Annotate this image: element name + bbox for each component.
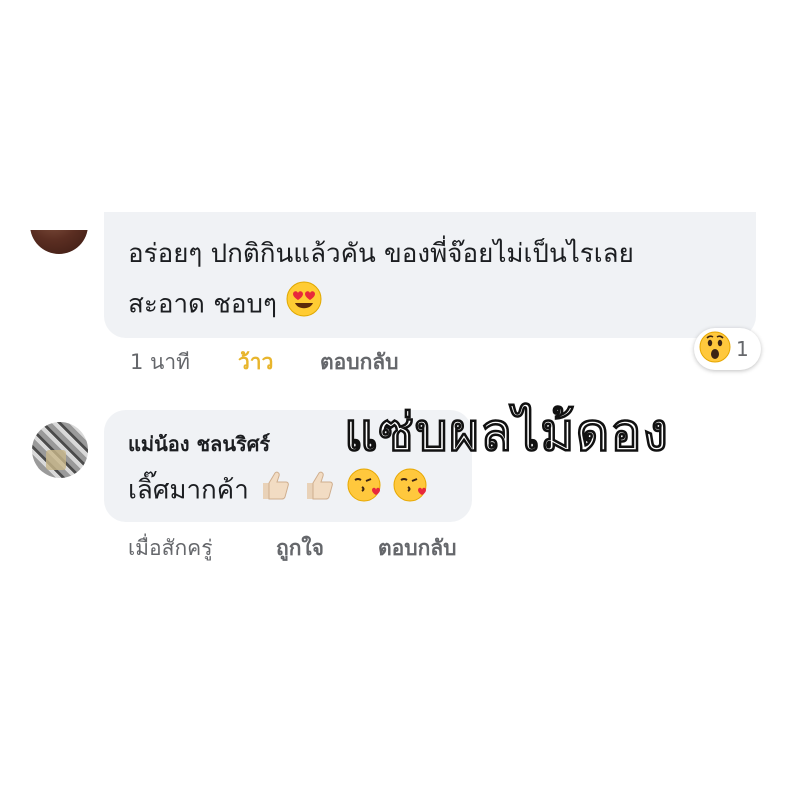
- heart-eyes-emoji-icon: [285, 280, 323, 330]
- commenter-name[interactable]: แม่น้อง ชลนริศร์: [128, 428, 270, 460]
- comment-text-line: อร่อยๆ ปกติกินแล้วคัน ของพี่จ๊อยไม่เป็นไ…: [128, 239, 634, 269]
- like-button[interactable]: ถูกใจ: [276, 532, 324, 565]
- wow-reaction-icon: [698, 330, 732, 368]
- crop-mask: [20, 150, 110, 230]
- thumbs-up-emoji-icon: [257, 467, 293, 515]
- wow-reaction-button[interactable]: ว้าว: [238, 346, 273, 379]
- comment-timestamp: 1 นาที: [130, 350, 191, 374]
- overlay-caption: แซ่บผลไม้ดอง: [343, 402, 669, 465]
- reaction-count: 1: [736, 337, 749, 361]
- comment-text-line: เลิ๊ศมากค้า: [128, 466, 430, 516]
- commenter-avatar[interactable]: [32, 422, 88, 478]
- reply-button[interactable]: ตอบกลับ: [320, 346, 399, 379]
- reply-button[interactable]: ตอบกลับ: [378, 532, 457, 565]
- kissing-heart-emoji-icon: [346, 466, 384, 516]
- kissing-heart-emoji-icon: [392, 466, 430, 516]
- comment-text-line: สะอาด ชอบๆ: [128, 280, 323, 330]
- thumbs-up-emoji-icon: [301, 467, 337, 515]
- comment-text: สะอาด ชอบๆ: [128, 289, 277, 320]
- comment-text: เลิ๊ศมากค้า: [128, 475, 249, 506]
- reaction-summary[interactable]: 1: [694, 328, 761, 370]
- comment-timestamp: เมื่อสักครู่: [128, 536, 213, 560]
- comment-bubble: อร่อยๆ ปกติกินแล้วคัน ของพี่จ๊อยไม่เป็นไ…: [104, 212, 756, 338]
